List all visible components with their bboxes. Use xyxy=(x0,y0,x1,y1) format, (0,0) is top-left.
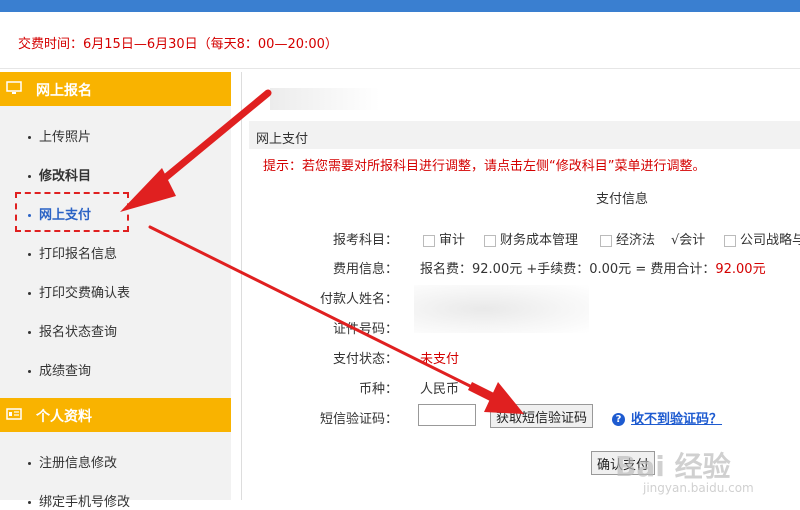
fee-breakdown: 报名费：92.00元 +手续费：0.00元 = 费用合计：92.00元 xyxy=(420,262,766,277)
checkbox-icon xyxy=(600,234,612,247)
id-card-icon xyxy=(6,408,22,420)
subject-checkbox-economic-law[interactable]: 经济法 xyxy=(600,229,655,248)
section-header-personal-info: 个人资料 xyxy=(0,398,231,432)
top-bar xyxy=(0,0,800,12)
panel-header xyxy=(249,121,800,149)
sidebar-item-modify-subjects[interactable]: 修改科目 xyxy=(28,165,91,184)
payment-status-label: 支付状态： xyxy=(332,352,398,367)
checkbox-icon xyxy=(724,234,736,247)
bullet-icon xyxy=(28,501,31,504)
payment-status-value: 未支付 xyxy=(420,352,460,367)
section-title: 网上报名 xyxy=(36,83,92,99)
bullet-icon xyxy=(28,175,31,178)
divider xyxy=(0,68,800,69)
section-title: 个人资料 xyxy=(36,409,92,425)
sms-code-label: 短信验证码： xyxy=(319,412,398,427)
currency-label: 币种： xyxy=(358,382,398,397)
no-code-help-link[interactable]: ? 收不到验证码？ xyxy=(612,408,722,427)
sidebar-item-upload-photo[interactable]: 上传照片 xyxy=(28,126,91,145)
get-sms-code-button[interactable]: 获取短信验证码 xyxy=(490,404,594,428)
sms-code-input[interactable] xyxy=(418,404,476,426)
fee-label: 费用信息： xyxy=(332,262,398,277)
section-header-online-registration: 网上报名 xyxy=(0,72,231,106)
sidebar-item-registration-status[interactable]: 报名状态查询 xyxy=(28,321,117,340)
subject-checkbox-corporate-strategy[interactable]: 公司战略与 xyxy=(724,229,800,248)
panel-title: 网上支付 xyxy=(256,132,309,147)
sidebar-item-score-query[interactable]: 成绩查询 xyxy=(28,360,91,379)
bullet-icon xyxy=(28,253,31,256)
checkbox-icon xyxy=(484,234,496,247)
subject-checkbox-accounting[interactable]: √会计 xyxy=(671,229,705,248)
monitor-icon xyxy=(6,81,22,94)
subject-checkbox-financial-cost[interactable]: 财务成本管理 xyxy=(484,229,578,248)
sidebar-item-print-registration[interactable]: 打印报名信息 xyxy=(28,243,117,262)
subject-checkbox-audit[interactable]: 审计 xyxy=(423,229,465,248)
sidebar-item-edit-phone[interactable]: 绑定手机号修改 xyxy=(28,491,130,510)
bullet-icon xyxy=(28,331,31,334)
payment-time-notice: 交费时间：6月15日—6月30日（每天8：00—20:00） xyxy=(18,37,338,52)
fee-total: 92.00元 xyxy=(715,262,766,277)
blurred-personal-info xyxy=(414,285,589,333)
bullet-icon xyxy=(28,370,31,373)
sidebar-item-print-fee-confirmation[interactable]: 打印交费确认表 xyxy=(28,282,130,301)
baidu-jingyan-watermark: Bai 经验 jingyan.baidu.com xyxy=(615,450,754,495)
blurred-area xyxy=(270,88,380,110)
section-title-payment-info: 支付信息 xyxy=(596,192,649,207)
sidebar-item-edit-registration-info[interactable]: 注册信息修改 xyxy=(28,452,117,471)
currency-value: 人民币 xyxy=(420,382,460,397)
bullet-icon xyxy=(28,292,31,295)
subjects-label: 报考科目： xyxy=(332,233,398,248)
payer-name-label: 付款人姓名： xyxy=(319,292,398,307)
bullet-icon xyxy=(28,136,31,139)
id-number-label: 证件号码： xyxy=(332,322,398,337)
adjust-subjects-tip: 提示：若您需要对所报科目进行调整，请点击左侧“修改科目”菜单进行调整。 xyxy=(263,159,706,174)
highlight-box xyxy=(15,192,129,232)
question-icon: ? xyxy=(612,413,625,426)
checkbox-icon xyxy=(423,234,435,247)
bullet-icon xyxy=(28,462,31,465)
